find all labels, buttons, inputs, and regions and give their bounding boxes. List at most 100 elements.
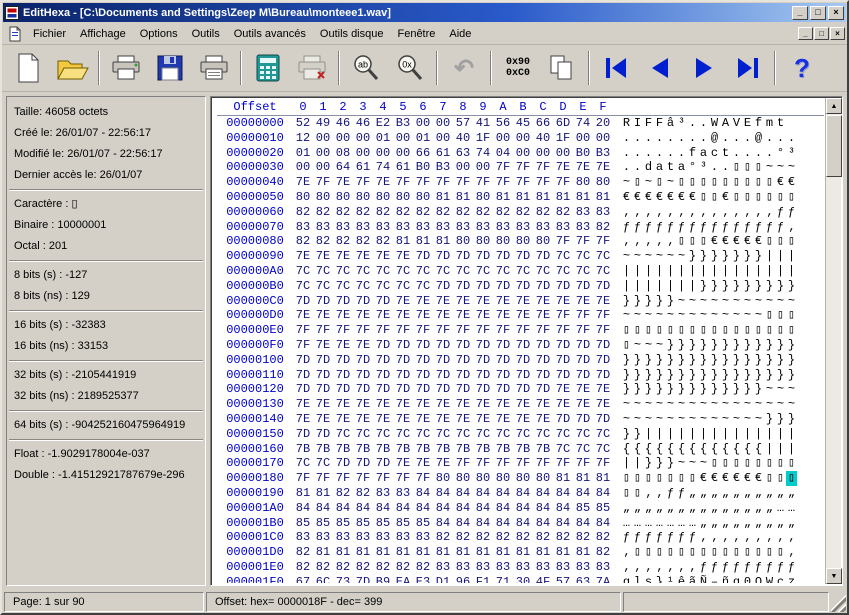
hex-byte[interactable]: 7E — [373, 397, 393, 412]
hex-byte[interactable]: 7D — [373, 456, 393, 471]
ascii-char[interactable]: ▯ — [654, 471, 665, 486]
hex-byte[interactable]: 7E — [353, 338, 373, 353]
ascii-char[interactable]: € — [720, 234, 731, 249]
ascii-char[interactable]: ~ — [676, 308, 687, 323]
ascii-char[interactable]: ~ — [632, 412, 643, 427]
ascii-char[interactable]: „ — [676, 501, 687, 516]
hex-byte[interactable]: 7E — [313, 308, 333, 323]
hex-byte[interactable]: 83 — [373, 220, 393, 235]
ascii-char[interactable]: ▯ — [764, 234, 775, 249]
ascii-char[interactable]: } — [731, 382, 742, 397]
ascii-char[interactable]: O — [753, 575, 764, 583]
hex-byte[interactable]: 7F — [593, 323, 613, 338]
hex-byte[interactable]: 7E — [313, 412, 333, 427]
ascii-char[interactable]: } — [665, 353, 676, 368]
ascii-char[interactable]: ‚ — [753, 205, 764, 220]
ascii-char[interactable]: f — [753, 116, 764, 131]
hex-byte[interactable]: 81 — [433, 545, 453, 560]
hex-byte[interactable]: 7F — [553, 456, 573, 471]
hex-byte[interactable]: 7D — [493, 382, 513, 397]
hex-byte[interactable]: 7D — [293, 294, 313, 309]
ascii-char[interactable]: ▯ — [742, 160, 753, 175]
hex-byte[interactable]: 7D — [373, 368, 393, 383]
ascii-char[interactable]: } — [742, 279, 753, 294]
ascii-char[interactable]: „ — [709, 516, 720, 531]
ascii-char[interactable]: ‚ — [709, 530, 720, 545]
hex-byte[interactable]: 7D — [333, 368, 353, 383]
hex-byte[interactable]: 7C — [553, 427, 573, 442]
hex-byte[interactable]: 82 — [513, 530, 533, 545]
hex-byte[interactable]: 7E — [573, 294, 593, 309]
ascii-char[interactable]: ~ — [632, 308, 643, 323]
ascii-char[interactable]: ƒ — [731, 220, 742, 235]
hex-byte[interactable]: 7E — [513, 412, 533, 427]
hex-byte[interactable]: 7D — [573, 368, 593, 383]
hex-byte[interactable]: 20 — [593, 116, 613, 131]
ascii-char[interactable]: ƒ — [764, 560, 775, 575]
hex-byte[interactable]: 7D — [593, 353, 613, 368]
ascii-char[interactable]: ▯ — [720, 545, 731, 560]
ascii-char[interactable]: } — [687, 368, 698, 383]
hex-byte[interactable]: 66 — [533, 116, 553, 131]
ascii-char[interactable]: ~ — [753, 397, 764, 412]
hex-byte[interactable]: 81 — [373, 545, 393, 560]
hex-byte[interactable]: 7D — [333, 294, 353, 309]
hex-byte[interactable]: 7F — [293, 471, 313, 486]
ascii-char[interactable]: } — [786, 412, 797, 427]
ascii-char[interactable]: | — [786, 427, 797, 442]
hex-byte[interactable]: 84 — [373, 501, 393, 516]
ascii-char[interactable]: } — [665, 338, 676, 353]
ascii-char[interactable]: ƒ — [643, 530, 654, 545]
goto-hex-button[interactable]: 0x90 0xC0 — [497, 48, 539, 88]
hex-byte[interactable]: 64 — [333, 160, 353, 175]
ascii-char[interactable]: ▯ — [742, 175, 753, 190]
hex-byte[interactable]: 82 — [353, 486, 373, 501]
hex-byte[interactable]: 7E — [513, 397, 533, 412]
hex-byte[interactable]: 96 — [453, 575, 473, 583]
hex-byte[interactable]: 61 — [353, 160, 373, 175]
ascii-char[interactable]: ▯ — [731, 456, 742, 471]
hex-byte[interactable]: 7D — [393, 338, 413, 353]
hex-byte[interactable]: 7C — [313, 264, 333, 279]
ascii-char[interactable]: „ — [698, 501, 709, 516]
ascii-char[interactable]: ~ — [621, 308, 632, 323]
ascii-char[interactable]: ~ — [665, 308, 676, 323]
ascii-char[interactable]: € — [742, 234, 753, 249]
hex-byte[interactable]: 7C — [293, 456, 313, 471]
hex-byte[interactable]: 84 — [593, 486, 613, 501]
hex-byte[interactable]: 7F — [573, 456, 593, 471]
hex-byte[interactable]: 80 — [513, 471, 533, 486]
hex-byte[interactable]: 7E — [493, 308, 513, 323]
ascii-char[interactable]: . — [621, 131, 632, 146]
hex-byte[interactable]: 7E — [313, 397, 333, 412]
hex-byte[interactable]: 7E — [393, 456, 413, 471]
hex-byte[interactable]: 83 — [473, 220, 493, 235]
hex-byte[interactable]: 00 — [313, 146, 333, 161]
ascii-char[interactable]: W — [764, 575, 775, 583]
hex-byte[interactable]: 82 — [453, 530, 473, 545]
hex-byte[interactable]: 83 — [353, 220, 373, 235]
ascii-char[interactable]: } — [720, 353, 731, 368]
hex-byte[interactable]: 84 — [473, 516, 493, 531]
hex-byte[interactable]: 80 — [453, 471, 473, 486]
hex-byte[interactable]: 1F — [553, 131, 573, 146]
hex-byte[interactable]: 80 — [493, 471, 513, 486]
hex-byte[interactable]: 82 — [353, 205, 373, 220]
hex-byte[interactable]: 00 — [393, 146, 413, 161]
ascii-char[interactable]: € — [742, 471, 753, 486]
ascii-char[interactable]: ‚ — [676, 205, 687, 220]
ascii-char[interactable]: € — [654, 190, 665, 205]
ascii-char[interactable]: } — [621, 427, 632, 442]
hex-byte[interactable]: 7C — [333, 264, 353, 279]
ascii-char[interactable]: ‚ — [742, 530, 753, 545]
hex-byte[interactable]: 82 — [353, 234, 373, 249]
menu-item-options[interactable]: Options — [133, 25, 185, 43]
hex-byte[interactable]: 00 — [553, 146, 573, 161]
hex-byte[interactable]: 7D — [573, 338, 593, 353]
ascii-char[interactable]: } — [621, 368, 632, 383]
hex-byte[interactable]: 7B — [493, 442, 513, 457]
hex-byte[interactable]: 7C — [493, 427, 513, 442]
ascii-char[interactable]: ƒ — [775, 560, 786, 575]
hex-byte[interactable]: 82 — [473, 530, 493, 545]
hex-byte[interactable]: 7D — [453, 249, 473, 264]
